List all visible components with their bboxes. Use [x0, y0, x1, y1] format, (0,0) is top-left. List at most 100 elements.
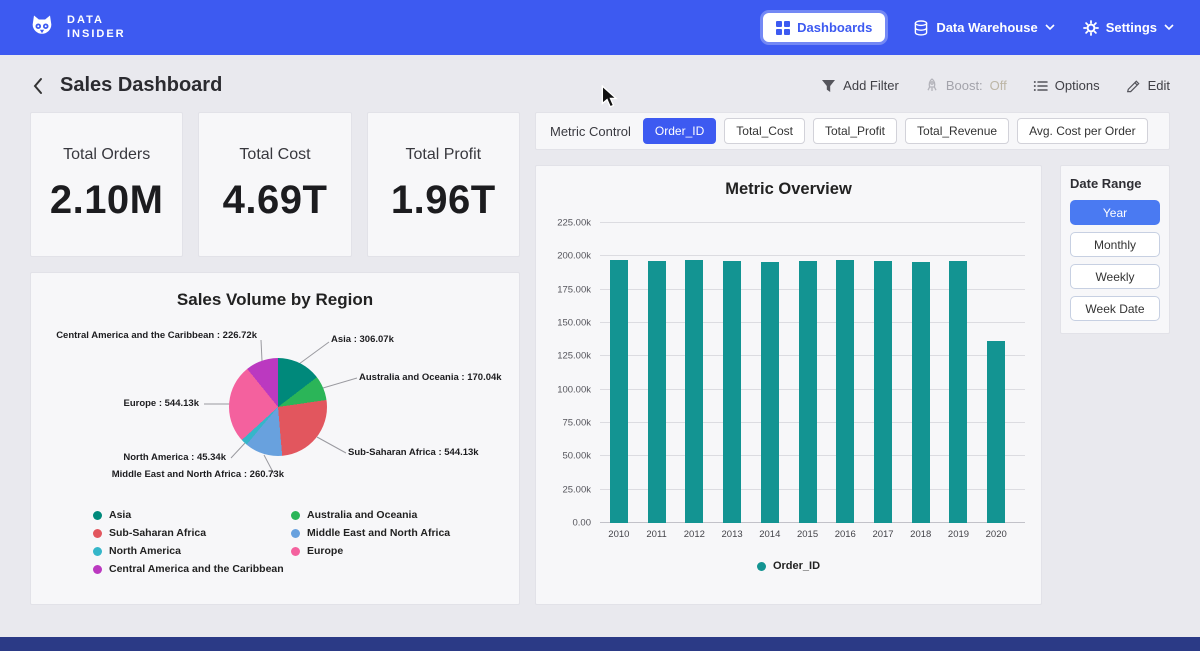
- date-range-button[interactable]: Week Date: [1070, 296, 1160, 321]
- date-range-button[interactable]: Year: [1070, 200, 1160, 225]
- x-tick-label: 2019: [940, 529, 978, 540]
- options-button[interactable]: Options: [1033, 78, 1100, 93]
- kpi-label: Total Orders: [63, 146, 150, 164]
- legend-label: Australia and Oceania: [307, 509, 417, 521]
- legend-dot: [93, 565, 102, 574]
- bar-2018[interactable]: [912, 262, 930, 523]
- options-label: Options: [1055, 78, 1100, 93]
- main-area: Sales Dashboard Add Filter Boost:: [0, 55, 1200, 605]
- pie-label-australia-oceania: Australia and Oceania : 170.04k: [359, 372, 502, 383]
- dashboards-button[interactable]: Dashboards: [763, 13, 885, 42]
- pie-chart-area: Asia : 306.07k Australia and Oceania : 1…: [31, 316, 519, 501]
- legend-dot: [93, 529, 102, 538]
- x-tick-label: 2015: [789, 529, 827, 540]
- bar-2010[interactable]: [610, 260, 628, 523]
- pie-legend-item[interactable]: Europe: [291, 545, 509, 557]
- add-filter-label: Add Filter: [843, 78, 899, 93]
- date-range-buttons: Year Monthly Weekly Week Date: [1070, 200, 1160, 321]
- gear-icon: [1083, 20, 1099, 36]
- pie-legend: Asia Australia and Oceania Sub-Saharan Afr…: [31, 501, 519, 575]
- metric-button[interactable]: Avg. Cost per Order: [1017, 118, 1148, 144]
- bar-chart-legend[interactable]: Order_ID: [552, 560, 1025, 572]
- date-range-button[interactable]: Monthly: [1070, 232, 1160, 257]
- x-tick-label: 2014: [751, 529, 789, 540]
- pie-legend-item[interactable]: Middle East and North Africa: [291, 527, 509, 539]
- legend-dot: [291, 547, 300, 556]
- bar-2017[interactable]: [874, 261, 892, 523]
- data-warehouse-label: Data Warehouse: [936, 20, 1037, 35]
- pie-legend-item[interactable]: Australia and Oceania: [291, 509, 509, 521]
- kpi-label: Total Profit: [406, 146, 482, 164]
- dashboards-label: Dashboards: [797, 20, 872, 35]
- pie[interactable]: [229, 358, 327, 456]
- bar-2015[interactable]: [799, 261, 817, 523]
- navbar-menu: Dashboards Data Warehouse: [763, 13, 1174, 42]
- dashboard-content: Total Orders 2.10M Total Cost 4.69T Tota…: [0, 112, 1200, 605]
- chevron-down-icon: [1045, 24, 1055, 31]
- bar-2020[interactable]: [987, 341, 1005, 523]
- legend-dot: [291, 529, 300, 538]
- legend-label: Sub-Saharan Africa: [109, 527, 206, 539]
- pie-legend-item[interactable]: Sub-Saharan Africa: [93, 527, 291, 539]
- brand-logo[interactable]: DATA INSIDER: [26, 12, 126, 44]
- bar-2019[interactable]: [949, 261, 967, 523]
- edit-button[interactable]: Edit: [1126, 78, 1170, 93]
- back-button[interactable]: [30, 75, 46, 97]
- bar-2016[interactable]: [836, 260, 854, 523]
- y-tick-label: 175.00k: [557, 284, 591, 295]
- kpi-value: 2.10M: [50, 178, 164, 223]
- x-tick-label: 2020: [977, 529, 1015, 540]
- bar-2012[interactable]: [685, 260, 703, 523]
- top-navbar: DATA INSIDER Dashboards D: [0, 0, 1200, 55]
- y-tick-label: 0.00: [573, 518, 592, 529]
- bar-chart-title: Metric Overview: [552, 180, 1025, 199]
- pie-label-north-america: North America : 45.34k: [123, 452, 226, 463]
- app: DATA INSIDER Dashboards D: [0, 0, 1200, 605]
- legend-label: Central America and the Caribbean: [109, 563, 284, 575]
- pencil-icon: [1126, 78, 1141, 93]
- bar-2014[interactable]: [761, 262, 779, 523]
- bar-2013[interactable]: [723, 261, 741, 523]
- pie-legend-item[interactable]: North America: [93, 545, 291, 557]
- pie-chart-title: Sales Volume by Region: [31, 290, 519, 310]
- page-title: Sales Dashboard: [60, 74, 222, 97]
- kpi-value: 1.96T: [391, 178, 496, 223]
- y-tick-label: 50.00k: [562, 451, 591, 462]
- bar-chart-legend-dot: [757, 562, 766, 571]
- kpi-label: Total Cost: [239, 146, 310, 164]
- settings-label: Settings: [1106, 20, 1157, 35]
- metric-control-bar: Metric Control Order_ID Total_Cost Total_P…: [535, 112, 1170, 150]
- boost-label: Boost:: [946, 78, 983, 93]
- legend-label: Asia: [109, 509, 131, 521]
- pie-label-middle-east-north-africa: Middle East and North Africa : 260.73k: [112, 469, 284, 480]
- metric-button[interactable]: Total_Profit: [813, 118, 897, 144]
- bar-chart-x-axis: 2010201120122013201420152016201720182019…: [600, 529, 1015, 540]
- legend-label: Europe: [307, 545, 343, 557]
- metric-button[interactable]: Total_Cost: [724, 118, 805, 144]
- metric-button[interactable]: Total_Revenue: [905, 118, 1009, 144]
- settings-menu[interactable]: Settings: [1083, 20, 1174, 36]
- pie-label-europe: Europe : 544.13k: [123, 398, 199, 409]
- dashboard-grid-icon: [776, 21, 790, 35]
- legend-dot: [93, 511, 102, 520]
- y-tick-label: 100.00k: [557, 384, 591, 395]
- data-warehouse-menu[interactable]: Data Warehouse: [913, 20, 1054, 36]
- bar-chart-legend-label: Order_ID: [773, 560, 820, 572]
- date-range-button[interactable]: Weekly: [1070, 264, 1160, 289]
- metric-control-label: Metric Control: [550, 124, 631, 139]
- kpi-row: Total Orders 2.10M Total Cost 4.69T Tota…: [30, 112, 520, 257]
- boost-state: Off: [990, 78, 1007, 93]
- footer-bar: [0, 637, 1200, 651]
- chevron-left-icon: [32, 77, 44, 95]
- kpi-value: 4.69T: [223, 178, 328, 223]
- pie-legend-item[interactable]: Central America and the Caribbean: [93, 563, 291, 575]
- kpi-card-total-profit: Total Profit 1.96T: [367, 112, 520, 257]
- bar-2011[interactable]: [648, 261, 666, 523]
- brand-line2: INSIDER: [67, 28, 126, 42]
- pie-legend-item[interactable]: Asia: [93, 509, 291, 521]
- metric-button[interactable]: Order_ID: [643, 118, 716, 144]
- boost-toggle[interactable]: Boost: Off: [925, 78, 1007, 93]
- y-tick-label: 225.00k: [557, 218, 591, 229]
- y-tick-label: 125.00k: [557, 351, 591, 362]
- add-filter-button[interactable]: Add Filter: [821, 78, 899, 93]
